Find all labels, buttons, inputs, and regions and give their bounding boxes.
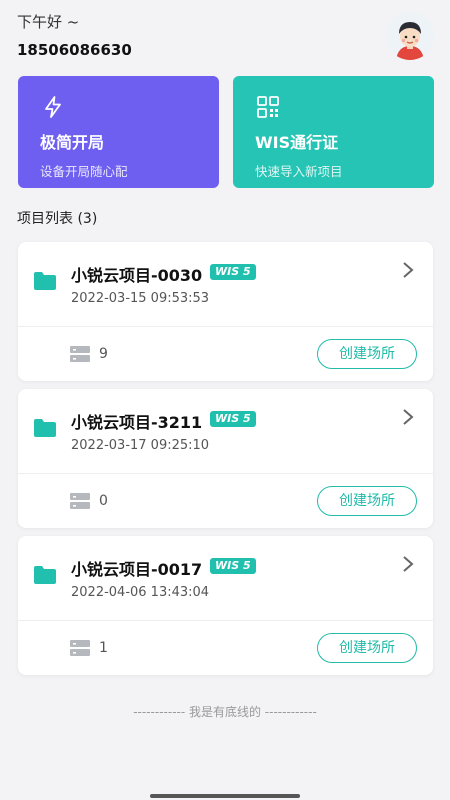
- avatar[interactable]: [386, 12, 434, 60]
- chevron-right-icon[interactable]: [401, 260, 415, 280]
- folder-icon: [34, 566, 56, 584]
- create-site-button[interactable]: 创建场所: [317, 486, 417, 516]
- project-date: 2022-03-17 09:25:10: [71, 438, 210, 453]
- quick-setup-title: 极简开局: [40, 133, 105, 152]
- chevron-right-icon[interactable]: [401, 407, 415, 427]
- lightning-icon: [45, 96, 61, 118]
- quick-setup-tile[interactable]: 极简开局 设备开局随心配: [18, 76, 219, 188]
- wis-badge: WIS 5: [210, 264, 256, 280]
- folder-icon: [34, 419, 56, 437]
- create-site-button[interactable]: 创建场所: [317, 633, 417, 663]
- chevron-right-icon[interactable]: [401, 554, 415, 574]
- feature-tiles: 极简开局 设备开局随心配 WIS通行证 快速导入新项目: [18, 76, 434, 188]
- project-date: 2022-03-15 09:53:53: [71, 291, 210, 306]
- create-site-button[interactable]: 创建场所: [317, 339, 417, 369]
- wis-badge: WIS 5: [210, 411, 256, 427]
- device-count: 9: [99, 346, 108, 362]
- server-icon: [70, 640, 90, 656]
- project-name: 小锐云项目-0017: [71, 560, 203, 579]
- project-name: 小锐云项目-0030: [71, 266, 203, 285]
- divider: [18, 473, 433, 474]
- device-count: 0: [99, 493, 108, 509]
- device-count: 1: [99, 640, 108, 656]
- project-list-title: 项目列表 (3): [17, 211, 98, 227]
- phone-number: 18506086630: [17, 41, 132, 59]
- folder-icon: [34, 272, 56, 290]
- home-indicator[interactable]: [150, 794, 300, 798]
- greeting-text: 下午好 ~: [17, 13, 80, 31]
- wis-pass-title: WIS通行证: [255, 133, 339, 152]
- project-card[interactable]: 小锐云项目-0017 WIS 5 2022-04-06 13:43:04 1 创…: [18, 536, 433, 675]
- divider: [18, 326, 433, 327]
- wis-badge: WIS 5: [210, 558, 256, 574]
- quick-setup-subtitle: 设备开局随心配: [40, 164, 128, 179]
- project-card[interactable]: 小锐云项目-3211 WIS 5 2022-03-17 09:25:10 0 创…: [18, 389, 433, 528]
- wis-pass-subtitle: 快速导入新项目: [255, 164, 343, 179]
- wis-pass-tile[interactable]: WIS通行证 快速导入新项目: [233, 76, 434, 188]
- project-name: 小锐云项目-3211: [71, 413, 203, 432]
- server-icon: [70, 493, 90, 509]
- qr-code-icon: [257, 96, 279, 118]
- project-date: 2022-04-06 13:43:04: [71, 585, 210, 600]
- server-icon: [70, 346, 90, 362]
- cartoon-avatar-icon: [386, 12, 434, 60]
- project-card[interactable]: 小锐云项目-0030 WIS 5 2022-03-15 09:53:53 9 创…: [18, 242, 433, 381]
- end-of-list-note: ------------ 我是有底线的 ------------: [133, 705, 317, 719]
- divider: [18, 620, 433, 621]
- header: 下午好 ~ 18506086630: [0, 0, 450, 70]
